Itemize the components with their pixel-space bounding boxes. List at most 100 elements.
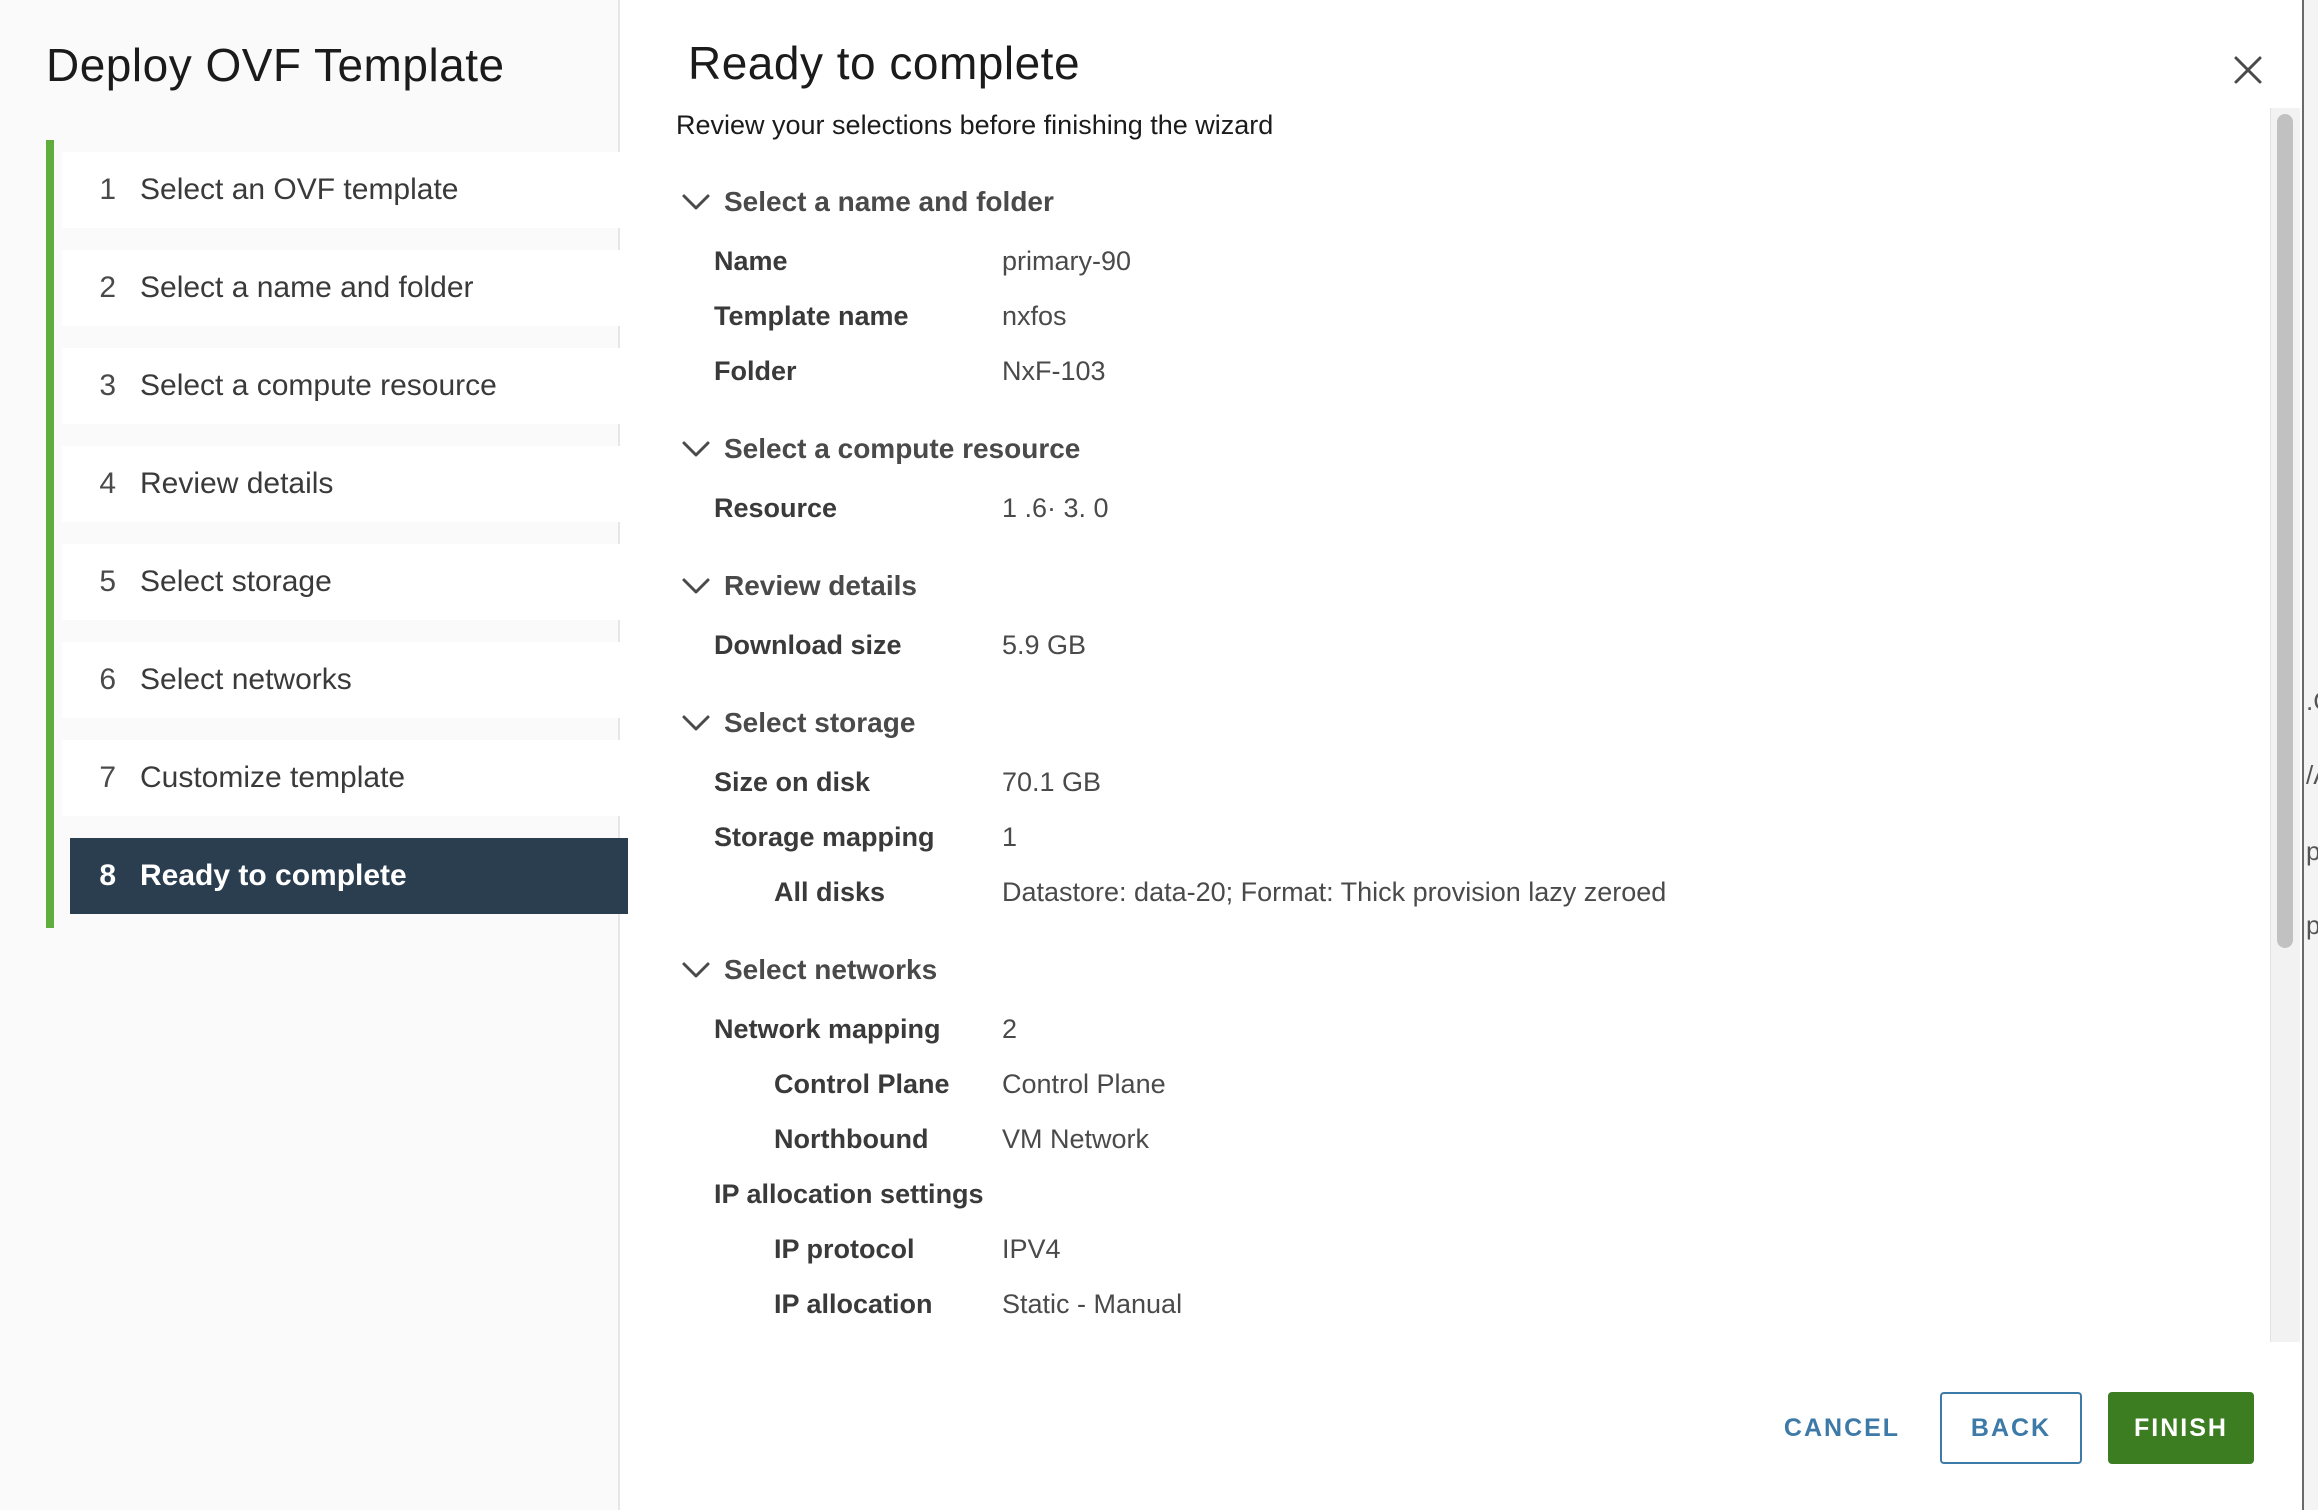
step-number: 3 [99,369,116,402]
row-value: NxF-103 [1002,356,1106,386]
section-storage: Select storage Size on disk 70.1 GB Stor… [676,691,2266,920]
wizard-step-1[interactable]: 1 Select an OVF template [62,152,628,228]
section-networks: Select networks Network mapping 2 Contro… [676,938,2266,1332]
row-key: Northbound [774,1124,929,1154]
wizard-step-3[interactable]: 3 Select a compute resource [62,348,628,424]
step-label: Review details [140,467,334,500]
row-key: Download size [714,630,902,660]
wizard-steps: 1 Select an OVF template 2 Select a name… [46,140,628,928]
review-row-resource: Resource 1 .6· 3. 0 [676,481,2266,536]
chevron-down-icon [682,962,710,978]
row-value: nxfos [1002,301,1067,331]
wizard-step-2[interactable]: 2 Select a name and folder [62,250,628,326]
step-number: 6 [99,663,116,696]
row-key: IP protocol [774,1234,915,1264]
step-label: Ready to complete [140,859,407,892]
row-value: 1 [1002,822,1018,852]
section-title: Review details [724,570,917,601]
review-row-ip-allocation-settings: IP allocation settings [676,1167,2266,1222]
wizard-step-8-active[interactable]: 8 Ready to complete [70,838,628,914]
step-number: 8 [99,859,116,892]
close-button[interactable] [2228,50,2268,90]
step-label: Select a compute resource [140,369,497,402]
back-button[interactable]: BACK [1940,1392,2082,1464]
review-row-size-on-disk: Size on disk 70.1 GB [676,755,2266,810]
review-scrollbar-thumb[interactable] [2277,114,2293,948]
section-review-details: Review details Download size 5.9 GB [676,554,2266,673]
wizard-step-5[interactable]: 5 Select storage [62,544,628,620]
close-icon [2234,56,2262,84]
background-fragment: p [2306,910,2318,941]
chevron-down-icon [682,441,710,457]
row-key: Template name [714,301,909,331]
review-row-template-name: Template name nxfos [676,289,2266,344]
section-header[interactable]: Review details [676,554,2266,618]
row-value: 70.1 GB [1002,767,1102,797]
row-key: Storage mapping [714,822,935,852]
section-header[interactable]: Select storage [676,691,2266,755]
review-panel: Select a name and folder Name primary-90… [676,170,2266,1340]
finish-button[interactable]: FINISH [2108,1392,2254,1464]
section-title: Select networks [724,954,938,985]
step-label: Select an OVF template [140,173,459,206]
background-fragment: .C [2306,686,2318,716]
row-value: 2 [1002,1014,1018,1044]
review-row-ip-protocol: IP protocol IPV4 [676,1222,2266,1277]
review-row-northbound: Northbound VM Network [676,1112,2266,1167]
row-value: VM Network [1002,1124,1150,1154]
row-key: IP allocation settings [714,1179,984,1209]
step-label: Select storage [140,565,332,598]
section-title: Select storage [724,707,916,738]
row-value: 5.9 GB [1002,630,1087,660]
row-key: Name [714,246,788,276]
review-row-folder: Folder NxF-103 [676,344,2266,399]
row-key: Resource [714,493,838,523]
section-header[interactable]: Select a name and folder [676,170,2266,234]
section-header[interactable]: Select networks [676,938,2266,1002]
review-row-name: Name primary-90 [676,234,2266,289]
background-window: .C /A p p [2302,0,2318,1510]
section-name-folder: Select a name and folder Name primary-90… [676,170,2266,399]
wizard-step-4[interactable]: 4 Review details [62,446,628,522]
row-value: 1 .6· 3. 0 [1002,493,1109,523]
step-label: Select networks [140,663,352,696]
page-title: Ready to complete [688,37,1081,89]
step-number: 7 [99,761,116,794]
review-row-storage-mapping: Storage mapping 1 [676,810,2266,865]
step-number: 1 [99,173,116,206]
step-label: Select a name and folder [140,271,474,304]
chevron-down-icon [682,578,710,594]
chevron-down-icon [682,194,710,210]
wizard-sidebar: Deploy OVF Template 1 Select an OVF temp… [0,0,628,1510]
page-subtitle: Review your selections before finishing … [676,110,1274,140]
review-row-ip-allocation: IP allocation Static - Manual [676,1277,2266,1332]
cancel-button[interactable]: CANCEL [1760,1392,1924,1464]
row-key: Control Plane [774,1069,950,1099]
review-row-all-disks: All disks Datastore: data-20; Format: Th… [676,865,2266,920]
row-value: Control Plane [1002,1069,1166,1099]
row-value: Static - Manual [1002,1289,1183,1319]
row-key: Network mapping [714,1014,941,1044]
section-title: Select a compute resource [724,433,1081,464]
wizard-step-6[interactable]: 6 Select networks [62,642,628,718]
step-number: 2 [99,271,116,304]
background-fragment: /A [2306,760,2318,790]
step-number: 5 [99,565,116,598]
row-value: IPV4 [1002,1234,1061,1264]
section-title: Select a name and folder [724,186,1054,217]
row-key: All disks [774,877,886,907]
row-value: primary-90 [1002,246,1132,276]
section-compute-resource: Select a compute resource Resource 1 .6·… [676,417,2266,536]
row-value: Datastore: data-20; Format: Thick provis… [1002,877,1667,907]
review-row-download-size: Download size 5.9 GB [676,618,2266,673]
row-key: IP allocation [774,1289,933,1319]
row-key: Folder [714,356,797,386]
section-header[interactable]: Select a compute resource [676,417,2266,481]
step-label: Customize template [140,761,406,794]
step-number: 4 [99,467,116,500]
chevron-down-icon [682,715,710,731]
background-fragment: p [2306,836,2318,867]
review-row-control-plane: Control Plane Control Plane [676,1057,2266,1112]
review-row-network-mapping: Network mapping 2 [676,1002,2266,1057]
wizard-step-7[interactable]: 7 Customize template [62,740,628,816]
